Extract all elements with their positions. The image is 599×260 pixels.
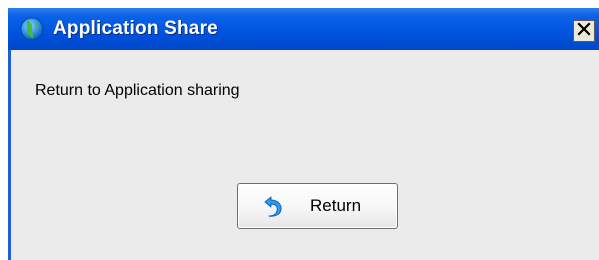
return-button-label: Return xyxy=(310,196,362,215)
title-bar[interactable]: Application Share xyxy=(8,8,599,50)
return-button[interactable]: Return xyxy=(237,183,398,229)
globe-icon xyxy=(20,17,44,41)
dialog-body: Return to Application sharing Return xyxy=(11,50,599,260)
dialog-message: Return to Application sharing xyxy=(35,82,240,99)
window-title: Application Share xyxy=(53,18,218,39)
application-share-window: Application Share Return to Application … xyxy=(8,8,599,260)
close-button[interactable] xyxy=(573,20,595,42)
close-icon xyxy=(577,21,591,41)
return-arrow-icon xyxy=(262,195,284,219)
